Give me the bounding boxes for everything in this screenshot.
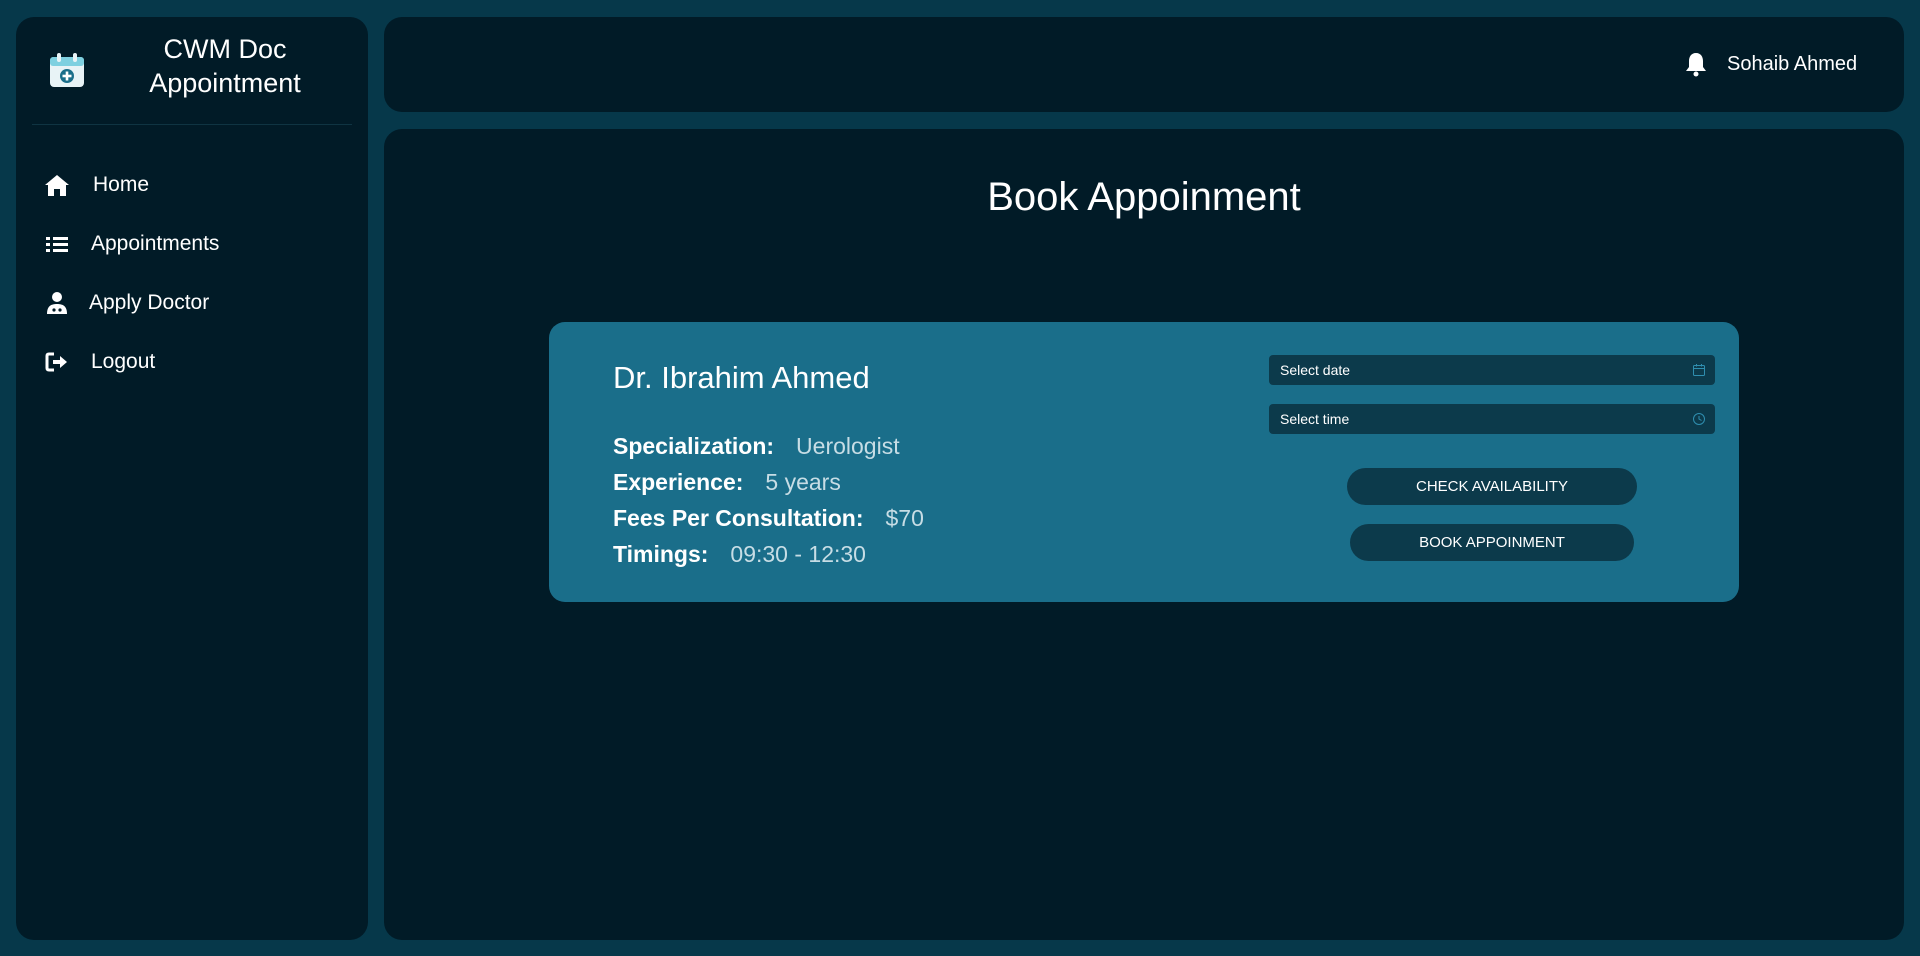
detail-label: Fees Per Consultation: — [613, 505, 864, 531]
detail-value: $70 — [885, 505, 924, 531]
detail-label: Experience: — [613, 469, 744, 495]
home-icon — [45, 175, 69, 196]
bell-icon[interactable] — [1682, 50, 1710, 78]
check-availability-button[interactable]: CHECK AVAILABILITY — [1347, 468, 1637, 505]
calendar-plus-icon — [50, 53, 84, 87]
detail-label: Timings: — [613, 541, 709, 567]
clock-icon[interactable] — [1692, 412, 1706, 426]
doctor-name: Dr. Ibrahim Ahmed — [613, 360, 870, 395]
page-title: Book Appoinment — [987, 175, 1301, 219]
detail-experience: Experience: 5 years — [613, 465, 924, 501]
calendar-icon[interactable] — [1692, 363, 1706, 377]
sidebar-item-label: Logout — [91, 350, 156, 373]
sidebar-item-label: Apply Doctor — [89, 291, 210, 314]
detail-value: 5 years — [765, 469, 841, 495]
brand-title: CWM Doc Appointment — [149, 34, 301, 98]
detail-label: Specialization: — [613, 433, 775, 459]
sidebar-item-logout[interactable]: Logout — [16, 334, 368, 393]
doctor-details: Specialization: Uerologist Experience: 5 y… — [613, 429, 924, 573]
time-picker[interactable] — [1269, 404, 1715, 434]
detail-value: 09:30 - 12:30 — [730, 541, 866, 567]
main-panel: Book Appoinment Dr. Ibrahim Ahmed Specia… — [384, 129, 1904, 940]
time-input[interactable] — [1269, 404, 1669, 434]
doctor-card: Dr. Ibrahim Ahmed Specialization: Uerolog… — [549, 322, 1739, 602]
sidebar-item-apply-doctor[interactable]: Apply Doctor — [16, 275, 368, 334]
date-input[interactable] — [1269, 355, 1669, 385]
sidebar-item-label: Appointments — [91, 232, 220, 255]
brand: CWM Doc Appointment — [32, 17, 352, 125]
user-name[interactable]: Sohaib Ahmed — [1727, 53, 1857, 76]
detail-value: Uerologist — [796, 433, 900, 459]
top-bar: Sohaib Ahmed — [384, 17, 1904, 112]
sidebar-nav: Home Appointments Apply Doctor Logout — [16, 157, 368, 393]
list-icon — [46, 237, 68, 252]
logout-icon — [45, 352, 67, 372]
date-picker[interactable] — [1269, 355, 1715, 385]
detail-fees: Fees Per Consultation: $70 — [613, 501, 924, 537]
detail-specialization: Specialization: Uerologist — [613, 429, 924, 465]
user-doctor-icon — [47, 292, 67, 314]
sidebar-item-appointments[interactable]: Appointments — [16, 216, 368, 275]
sidebar: CWM Doc Appointment Home Appointments Ap… — [16, 17, 368, 940]
sidebar-item-label: Home — [93, 173, 150, 196]
sidebar-item-home[interactable]: Home — [16, 157, 368, 216]
book-appointment-button[interactable]: BOOK APPOINMENT — [1350, 524, 1634, 561]
detail-timings: Timings: 09:30 - 12:30 — [613, 537, 924, 573]
